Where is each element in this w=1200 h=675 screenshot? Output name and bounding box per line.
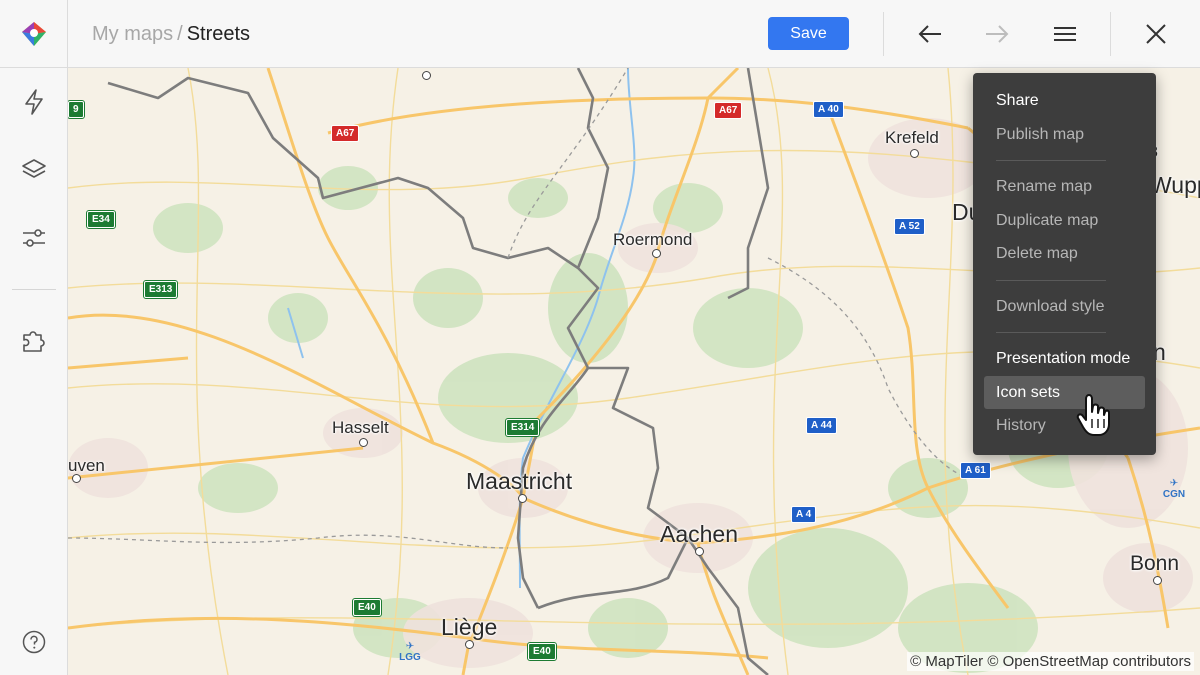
road-shield-e34: E34 <box>86 210 116 229</box>
road-shield-a67: A67 <box>331 125 360 142</box>
main-menu-dropdown: Share Publish map Rename map Duplicate m… <box>973 73 1156 455</box>
menu-item-icon-sets[interactable]: Icon sets <box>984 376 1145 409</box>
airplane-icon: ✈ <box>405 641 415 652</box>
lightning-icon[interactable] <box>18 86 50 118</box>
topbar-divider <box>67 0 68 68</box>
airplane-icon: ✈ <box>1169 478 1179 489</box>
road-shield-e313: E313 <box>142 280 179 299</box>
road-shield-a44: A 44 <box>806 417 837 434</box>
road-shield-a40: A 40 <box>813 101 844 118</box>
city-marker <box>518 494 527 503</box>
menu-divider <box>996 280 1106 281</box>
airport-code: CGN <box>1162 489 1186 500</box>
city-marker <box>652 249 661 258</box>
top-bar: My maps / Streets Save <box>0 0 1200 68</box>
city-label-liege: Liège <box>441 614 498 640</box>
city-label-leuven: uven <box>68 456 105 475</box>
help-icon[interactable] <box>18 626 50 658</box>
menu-item-delete-map[interactable]: Delete map <box>984 237 1145 270</box>
city-marker <box>1153 576 1162 585</box>
road-shield-e314: E314 <box>504 418 541 437</box>
city-marker <box>359 438 368 447</box>
airport-lgg: ✈ LGG <box>395 641 425 663</box>
city-label-maastricht: Maastricht <box>466 468 573 494</box>
menu-divider <box>996 160 1106 161</box>
hamburger-menu-icon[interactable] <box>1049 18 1081 50</box>
puzzle-icon[interactable] <box>18 324 50 356</box>
layers-icon[interactable] <box>18 154 50 186</box>
road-shield-e40: E40 <box>352 598 382 617</box>
road-shield-a52: A 52 <box>894 218 925 235</box>
city-marker <box>910 149 919 158</box>
menu-item-duplicate-map[interactable]: Duplicate map <box>984 204 1145 237</box>
menu-item-history[interactable]: History <box>984 409 1145 442</box>
city-label-bonn: Bonn <box>1130 552 1180 575</box>
road-shield-e9: 9 <box>68 100 85 119</box>
city-label-roermond: Roermond <box>613 230 693 249</box>
airport-cgn: ✈ CGN <box>1159 478 1189 500</box>
city-label-hasselt: Hasselt <box>332 418 389 437</box>
menu-divider <box>996 332 1106 333</box>
menu-item-publish-map[interactable]: Publish map <box>984 118 1145 151</box>
city-marker <box>422 71 431 80</box>
menu-item-presentation-mode[interactable]: Presentation mode <box>984 342 1145 375</box>
undo-arrow-left-icon[interactable] <box>914 18 946 50</box>
city-label-wuppertal: Wupp <box>1150 172 1200 198</box>
topbar-divider <box>883 12 884 56</box>
sliders-icon[interactable] <box>18 222 50 254</box>
city-label-aachen: Aachen <box>660 521 739 547</box>
city-marker <box>465 640 474 649</box>
city-marker <box>695 547 704 556</box>
redo-arrow-right-icon[interactable] <box>981 18 1013 50</box>
city-marker <box>72 474 81 483</box>
airport-code: LGG <box>399 652 421 663</box>
menu-item-share[interactable]: Share <box>984 84 1145 117</box>
menu-item-download-style[interactable]: Download style <box>984 290 1145 323</box>
hand-pointer-cursor-icon <box>1076 394 1110 436</box>
sidebar-divider <box>12 289 56 290</box>
breadcrumb: My maps / Streets <box>92 22 250 46</box>
breadcrumb-current: Streets <box>186 23 251 45</box>
road-shield-a67: A67 <box>714 102 743 119</box>
road-shield-e40: E40 <box>527 642 557 661</box>
map-attribution[interactable]: © MapTiler © OpenStreetMap contributors <box>907 652 1194 671</box>
topbar-divider <box>1110 12 1111 56</box>
breadcrumb-parent[interactable]: My maps <box>92 23 173 45</box>
road-shield-a4: A 4 <box>791 506 817 523</box>
close-icon[interactable] <box>1140 18 1172 50</box>
road-shield-a61: A 61 <box>960 462 991 479</box>
save-button[interactable]: Save <box>768 17 849 50</box>
maptiler-logo[interactable] <box>20 20 48 48</box>
city-label-krefeld: Krefeld <box>885 128 939 147</box>
left-sidebar <box>0 68 68 675</box>
menu-item-rename-map[interactable]: Rename map <box>984 170 1145 203</box>
breadcrumb-separator: / <box>177 23 183 45</box>
